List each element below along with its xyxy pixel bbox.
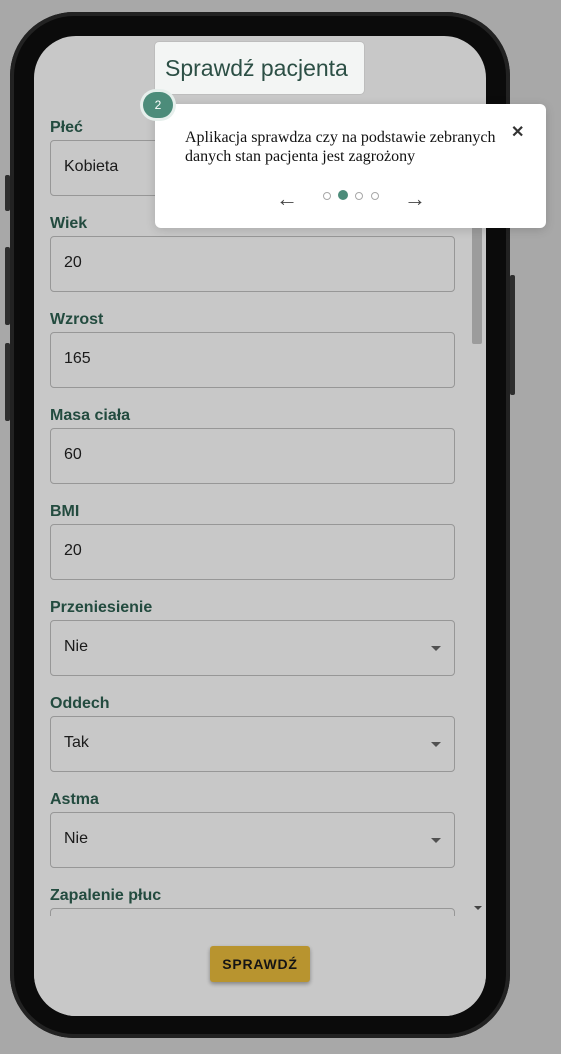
tour-highlight: Sprawdź pacjenta — [155, 42, 364, 94]
tour-step-dot[interactable] — [371, 192, 379, 200]
tour-popover: Aplikacja sprawdza czy na podstawie zebr… — [155, 104, 546, 228]
tour-step-dot[interactable] — [355, 192, 363, 200]
tour-step-dot-active[interactable] — [338, 190, 348, 200]
tour-step-dot[interactable] — [323, 192, 331, 200]
tour-description: Aplikacja sprawdza czy na podstawie zebr… — [185, 129, 496, 165]
page-title: Sprawdź pacjenta — [165, 55, 348, 81]
arrow-left-icon[interactable]: ← — [276, 186, 298, 212]
tour-step-badge: 2 — [143, 92, 173, 118]
close-icon[interactable]: ✕ — [511, 122, 524, 142]
arrow-right-icon[interactable]: → — [404, 186, 426, 212]
